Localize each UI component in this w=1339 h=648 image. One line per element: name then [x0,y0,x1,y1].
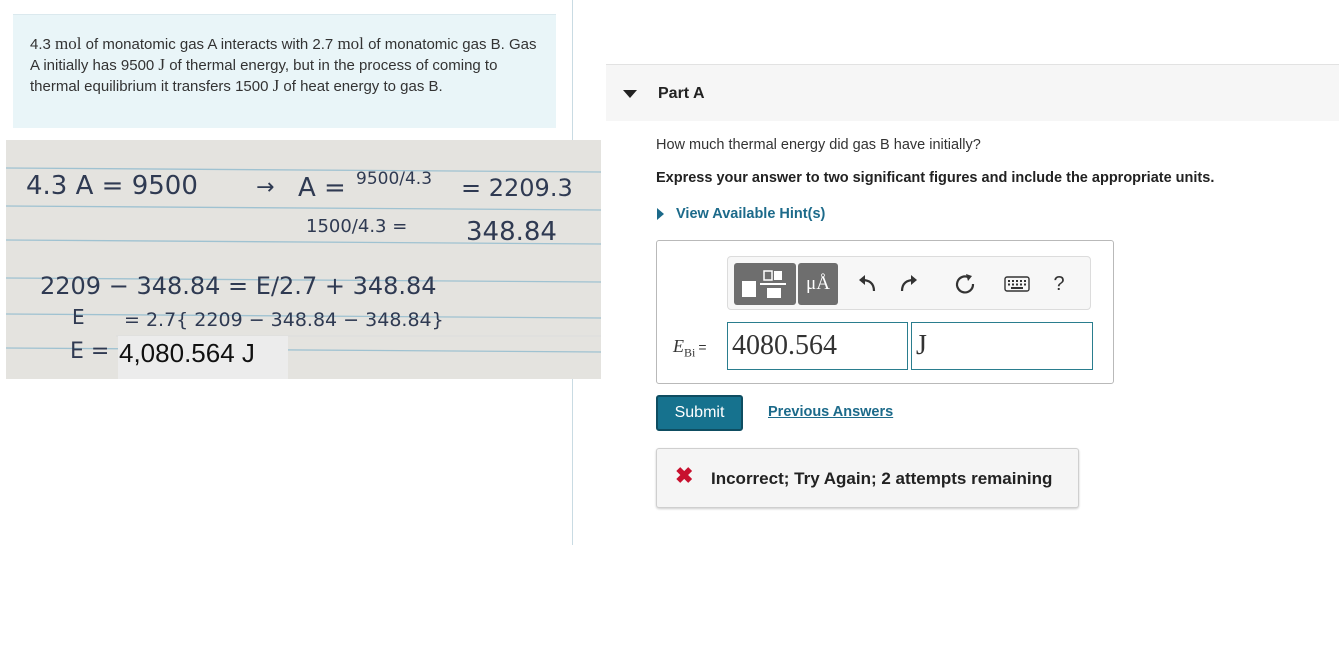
unit-input[interactable]: J [911,322,1093,370]
keyboard-button[interactable] [1000,269,1034,299]
notes-line4-label: E [72,305,85,329]
templates-button[interactable] [734,263,796,305]
redo-button[interactable] [894,269,924,299]
feedback-banner: ✖ Incorrect; Try Again; 2 attempts remai… [656,448,1079,508]
view-hints-link[interactable]: View Available Hint(s) [656,206,825,222]
redo-icon [900,275,917,292]
handwritten-notes-image: 4.3 A = 9500 → A = 9500/4.3 = 2209.3 150… [6,140,601,379]
units-label: μÅ [806,273,830,294]
previous-answers-link[interactable]: Previous Answers [768,404,893,420]
equals-sign: = [698,339,707,355]
notes-line5-label: E = [70,339,109,364]
units-button[interactable]: μÅ [798,263,838,305]
notes-typed-answer: 4,080.564 J [119,338,255,368]
unit-mol: mol [55,34,82,53]
collapse-triangle-icon[interactable] [623,90,637,98]
notes-line1-left: 4.3 A = 9500 [26,171,198,201]
part-a-header[interactable]: Part A [606,64,1339,121]
feedback-message: Incorrect; Try Again; 2 attempts remaini… [711,469,1053,488]
help-button[interactable]: ? [1044,269,1074,299]
answer-panel: μÅ ? EBi = 4080.564 J [656,240,1114,384]
undo-button[interactable] [852,269,882,299]
problem-statement: 4.3 mol of monatomic gas A interacts wit… [13,14,556,128]
instruction-text: Express your answer to two significant f… [656,170,1215,186]
question-text: How much thermal energy did gas B have i… [656,137,981,153]
notes-line1-right: = 2209.3 [461,174,573,202]
error-x-icon: ✖ [675,463,694,488]
problem-text-1: 4.3 [30,36,56,53]
variable-main: E [673,336,684,356]
notes-line3: 2209 − 348.84 = E/2.7 + 348.84 [40,272,437,300]
templates-icon [742,270,786,298]
unit-mol: mol [337,34,364,53]
notes-line1-mid: A = [298,173,346,203]
keyboard-icon [1004,276,1030,292]
notes-drawing: 4.3 A = 9500 → A = 9500/4.3 = 2209.3 150… [6,140,601,379]
value-input[interactable]: 4080.564 [727,322,908,370]
notes-line1-frac: 9500/4.3 [356,169,432,189]
notes-line1-arrow: → [256,175,274,200]
notes-line4-expr: = 2.7{ 2209 − 348.84 − 348.84} [124,309,444,331]
notes-line2-frac: 1500/4.3 = [306,216,407,237]
submit-button[interactable]: Submit [656,395,743,431]
expand-triangle-icon [657,208,664,220]
answer-variable-label: EBi = [673,336,707,361]
undo-icon [859,275,876,292]
math-toolbar: μÅ ? [727,256,1091,310]
reset-button[interactable] [950,269,980,299]
problem-text-2: of monatomic gas A interacts with 2.7 [81,36,338,53]
left-column: 4.3 mol of monatomic gas A interacts wit… [0,0,601,545]
notes-line2-right: 348.84 [466,217,557,247]
problem-text-5: of heat energy to gas B. [279,78,443,95]
variable-subscript: Bi [684,345,696,360]
hint-label: View Available Hint(s) [676,206,826,222]
reset-icon [955,274,975,294]
part-title: Part A [658,85,705,102]
